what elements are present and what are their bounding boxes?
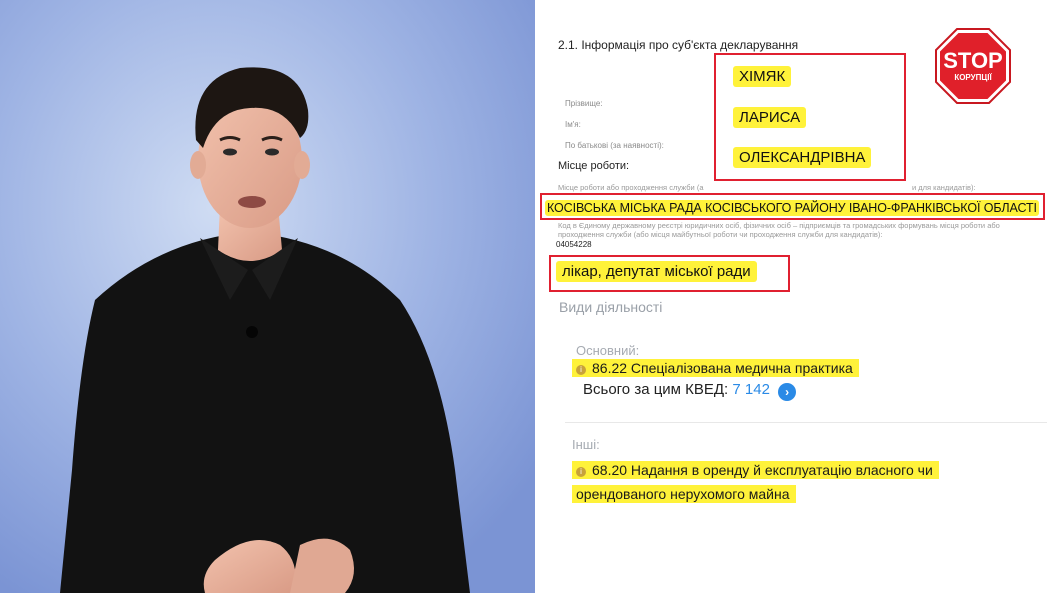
section-divider <box>565 422 1047 423</box>
workplace-hint-right: и для кандидатів): <box>912 183 976 192</box>
patronymic-label: По батькові (за наявності): <box>565 141 664 150</box>
kved-total-row: Всього за цим КВЕД: 7 142 › <box>583 381 797 401</box>
patronymic-highlight: ОЛЕКСАНДРІВНА <box>733 147 872 168</box>
workplace-heading: Місце роботи: <box>558 160 630 172</box>
other-kved-line1: i 68.20 Надання в оренду й експлуатацію в… <box>572 461 939 479</box>
surname-value: ХІМЯК <box>733 66 792 87</box>
main-kved: i 86.22 Спеціалізована медична практика <box>572 359 859 377</box>
organization-value: КОСІВСЬКА МІСЬКА РАДА КОСІВСЬКОГО РАЙОНУ… <box>545 199 1039 217</box>
code-hint-line2: проходження служби (або місця майбутньої… <box>558 230 883 239</box>
stop-sign-icon: STOP КОРУПЦІЇ <box>935 28 1011 104</box>
kved-total-count-link[interactable]: 7 142 <box>732 381 770 398</box>
organization-highlight: КОСІВСЬКА МІСЬКА РАДА КОСІВСЬКОГО РАЙОНУ… <box>545 200 1039 216</box>
main-activity-label: Основний: <box>576 343 640 358</box>
section-title: 2.1. Інформація про суб'єкта декларуванн… <box>558 38 799 52</box>
surname-label: Прізвище: <box>565 99 603 108</box>
surname-highlight: ХІМЯК <box>733 66 792 87</box>
declaration-document: 2.1. Інформація про суб'єкта декларуванн… <box>535 0 1047 593</box>
badge-line1: STOP <box>943 48 1003 73</box>
badge-line2: КОРУПЦІЇ <box>954 73 992 82</box>
code-value: 04054228 <box>556 240 592 249</box>
other-kved-highlight-2: орендованого нерухомого майна <box>572 485 796 503</box>
other-kved-highlight-1: i 68.20 Надання в оренду й експлуатацію в… <box>572 461 939 479</box>
position-value: лікар, депутат міської ради <box>556 261 757 282</box>
patronymic-value: ОЛЕКСАНДРІВНА <box>733 147 872 168</box>
activities-title: Види діяльності <box>559 299 663 315</box>
presenter-illustration <box>0 0 535 593</box>
name-label: Ім'я: <box>565 120 581 129</box>
chevron-right-icon[interactable]: › <box>778 383 797 401</box>
info-icon: i <box>576 467 586 477</box>
other-kved-text-1: 68.20 Надання в оренду й експлуатацію вл… <box>592 462 933 478</box>
name-highlight: ЛАРИСА <box>733 107 807 128</box>
other-kved-line2: орендованого нерухомого майна <box>572 485 796 503</box>
main-kved-highlight: i 86.22 Спеціалізована медична практика <box>572 359 859 377</box>
position-highlight: лікар, депутат міської ради <box>556 261 757 282</box>
kved-total-label: Всього за цим КВЕД: <box>583 381 729 398</box>
code-hint-line1: Код в Єдиному державному реєстрі юридичн… <box>558 221 1000 230</box>
presenter-photo <box>0 0 535 593</box>
name-value: ЛАРИСА <box>733 107 807 128</box>
main-kved-text: 86.22 Спеціалізована медична практика <box>592 360 853 376</box>
other-activities-label: Інші: <box>572 437 600 452</box>
workplace-hint-left: Місце роботи або проходження служби (а <box>558 183 704 192</box>
info-icon: i <box>576 365 586 375</box>
